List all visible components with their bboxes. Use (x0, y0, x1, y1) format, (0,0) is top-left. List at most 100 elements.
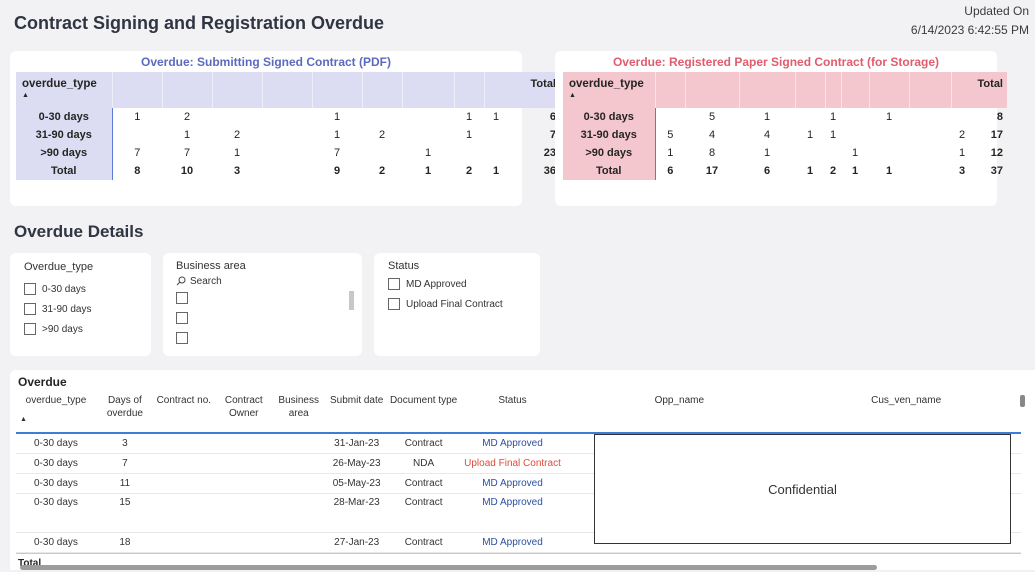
column-header-cell (161, 72, 212, 108)
column-header[interactable]: Contract Owner (214, 390, 274, 432)
column-header[interactable]: Status (458, 390, 568, 432)
paper-matrix-title: Overdue: Registered Paper Signed Contrac… (612, 55, 940, 69)
vertical-scrollbar[interactable] (1020, 395, 1025, 407)
matrix-cell (112, 126, 162, 144)
matrix-row: >90 days 1 8 1 1 1 12 (563, 144, 1007, 162)
table-cell: 05-May-23 (332, 478, 381, 489)
row-label: 31-90 days (563, 126, 656, 144)
matrix-cell (869, 126, 909, 144)
checkbox-icon[interactable] (388, 278, 400, 290)
matrix-cell: 1 (763, 147, 771, 159)
sort-ascending-icon[interactable]: ▲ (569, 92, 655, 100)
matrix-cell (795, 108, 825, 126)
updated-label: Updated On (964, 4, 1029, 18)
column-header-label: Contract no. (156, 395, 212, 406)
sort-ascending-icon[interactable]: ▲ (16, 413, 96, 426)
column-header[interactable]: Submit date (324, 390, 390, 432)
overdue-type-slicer: Overdue_type 0-30 days 31-90 days >90 da… (10, 253, 151, 356)
matrix-cell (402, 108, 454, 126)
column-header[interactable]: Opp_name (567, 390, 791, 432)
row-label: >90 days (563, 144, 656, 162)
column-header[interactable]: Document type (390, 390, 458, 432)
matrix-cell: 6 (763, 165, 771, 177)
updated-value: 6/14/2023 6:42:55 PM (910, 23, 1029, 37)
table-cell: 15 (119, 497, 131, 508)
matrix-cell: 1 (183, 129, 191, 141)
column-header-label: Days of overdue (106, 395, 143, 419)
matrix-cell: 8 (134, 165, 141, 177)
column-header[interactable]: Contract no. (154, 390, 214, 432)
matrix-cell: 2 (829, 165, 837, 177)
overdue-details-title: Overdue Details (14, 222, 144, 241)
column-header-cell (840, 72, 869, 108)
table-cell: 0-30 days (34, 478, 78, 489)
matrix-total-row: Total 6 17 6 1 2 1 1 3 37 (563, 162, 1007, 180)
column-header-label: Status (498, 395, 527, 406)
column-header-label: Document type (389, 395, 458, 406)
row-header-title[interactable]: overdue_type ▲ (563, 72, 655, 108)
status-option-upload-final[interactable]: Upload Final Contract (388, 294, 526, 314)
column-header[interactable]: Business area (274, 390, 324, 432)
matrix-cell: 1 (829, 111, 837, 123)
overdue-table-card: Overdue overdue_type ▲ Days of overdue Cont… (10, 370, 1035, 570)
matrix-cell (909, 126, 951, 144)
checkbox-icon[interactable] (176, 312, 188, 324)
matrix-cell (841, 126, 869, 144)
business-area-option[interactable] (176, 328, 349, 348)
status-option-md-approved[interactable]: MD Approved (388, 274, 526, 294)
checkbox-icon[interactable] (176, 332, 188, 344)
table-cell: 0-30 days (34, 497, 78, 508)
column-header-cell (361, 72, 402, 108)
row-label: 0-30 days (563, 108, 656, 126)
matrix-cell: 5 (667, 129, 674, 141)
business-area-slicer: Business area Search (163, 253, 362, 356)
matrix-cell (909, 144, 951, 162)
column-header[interactable]: Cus_ven_name (791, 390, 1021, 432)
checkbox-icon[interactable] (24, 303, 36, 315)
table-cell: Upload Final Contract (464, 458, 561, 469)
matrix-cell: 1 (806, 129, 814, 141)
business-area-search[interactable]: Search (176, 274, 349, 288)
checkbox-icon[interactable] (388, 298, 400, 310)
matrix-cell (484, 126, 508, 144)
row-header-title[interactable]: overdue_type ▲ (16, 72, 112, 108)
matrix-cell (362, 108, 402, 126)
business-area-option[interactable] (176, 288, 349, 308)
matrix-cell: 9 (333, 165, 341, 177)
column-header-cell (738, 72, 795, 108)
table-header: overdue_type ▲ Days of overdue Contract no.… (16, 390, 1021, 434)
row-header-label: overdue_type (569, 78, 644, 90)
horizontal-scrollbar[interactable] (20, 565, 877, 570)
slicer-option-90-plus[interactable]: >90 days (24, 319, 137, 339)
column-header-cell (794, 72, 825, 108)
matrix-cell: 1 (333, 129, 341, 141)
table-cell (274, 494, 324, 497)
matrix-cell: 1 (424, 147, 432, 159)
checkbox-icon[interactable] (24, 323, 36, 335)
column-header[interactable]: overdue_type ▲ (16, 390, 96, 432)
table-cell: 31-Jan-23 (334, 438, 380, 449)
matrix-cell: 2 (378, 129, 386, 141)
matrix-cell: 1 (885, 111, 893, 123)
status-slicer: Status MD Approved Upload Final Contract (374, 253, 540, 356)
row-total-cell: 6 (549, 111, 556, 123)
checkbox-icon[interactable] (176, 292, 188, 304)
table-cell: MD Approved (482, 478, 543, 489)
checkbox-icon[interactable] (24, 283, 36, 295)
slicer-option-0-30[interactable]: 0-30 days (24, 279, 137, 299)
column-header-label: Opp_name (654, 395, 705, 406)
matrix-header-row: overdue_type ▲ Total (16, 72, 560, 108)
slicer-scrollbar[interactable] (349, 291, 354, 310)
column-header-cell (868, 72, 909, 108)
updated-info: Updated On 6/14/2023 6:42:55 PM (909, 2, 1029, 40)
column-header[interactable]: Days of overdue (96, 390, 154, 432)
matrix-cell (869, 144, 909, 162)
sort-ascending-icon[interactable]: ▲ (22, 92, 112, 100)
table-cell: NDA (413, 458, 435, 469)
matrix-cell (262, 162, 312, 180)
matrix-cell: 1 (233, 147, 241, 159)
business-area-option[interactable] (176, 308, 349, 328)
slicer-option-31-90[interactable]: 31-90 days (24, 299, 137, 319)
row-label: Total (563, 162, 656, 180)
matrix-cell: 6 (667, 165, 674, 177)
